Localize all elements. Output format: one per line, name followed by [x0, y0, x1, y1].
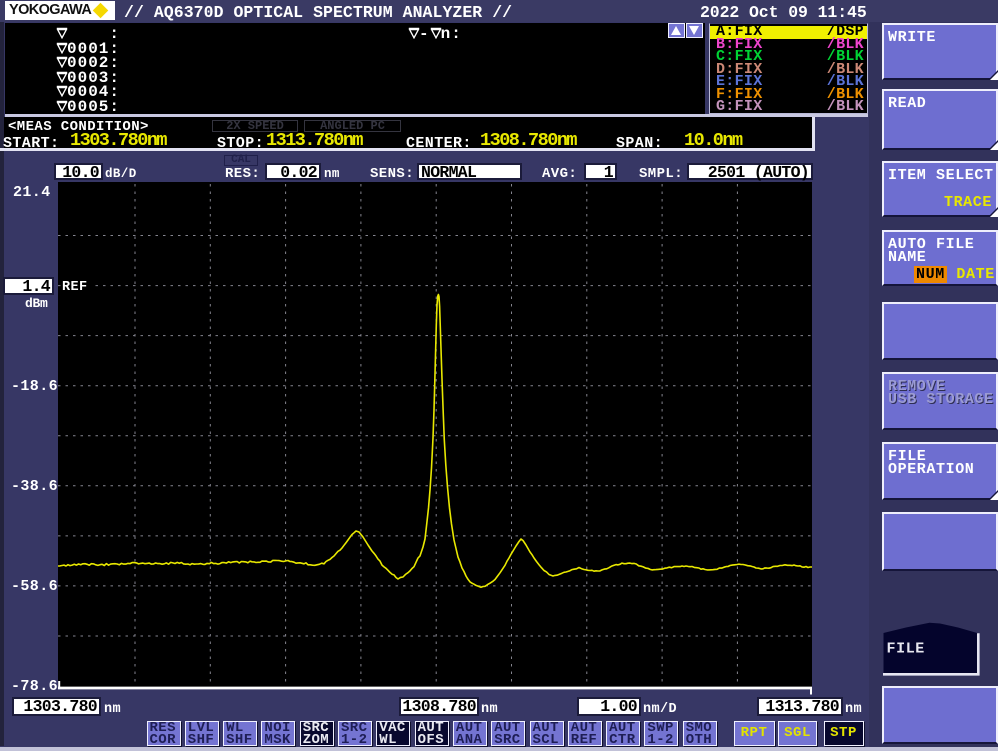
svg-text:FILE: FILE — [887, 641, 925, 658]
